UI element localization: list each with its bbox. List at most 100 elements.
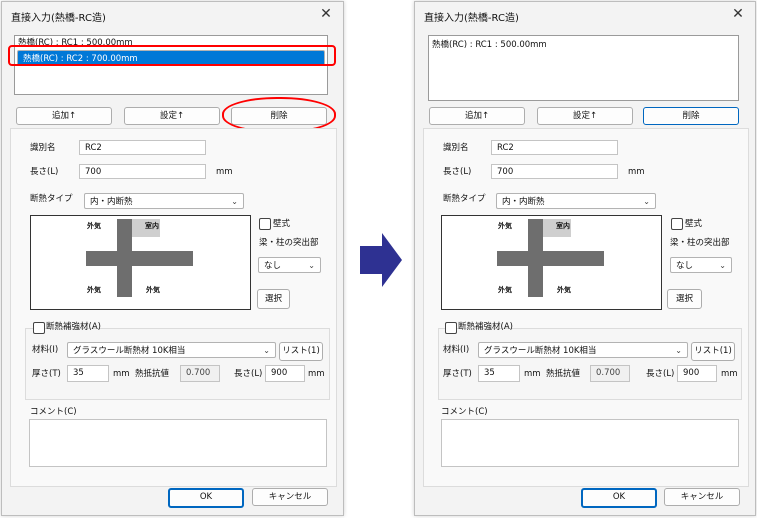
comment-label: コメント(C) [441,407,488,417]
material-label: 材料(I) [32,345,59,355]
comment-label: コメント(C) [30,407,77,417]
chevron-down-icon: ⌄ [643,197,650,206]
length-unit: mm [628,167,645,177]
material-select[interactable]: グラスウール断熱材 10K相当 ⌄ [67,342,276,358]
length-unit: mm [216,167,233,177]
wall-type-checkbox[interactable] [671,218,683,230]
beam-column-label: 梁・柱の突出部 [670,238,730,248]
wall-type-label: 壁式 [685,219,703,229]
t-joint-shape [86,219,193,297]
ok-button[interactable]: OK [168,488,244,508]
chevron-down-icon: ⌄ [308,261,315,270]
comment-textarea[interactable] [441,419,739,467]
thickness-unit: mm [113,369,130,379]
settings-button[interactable]: 設定↑ [537,107,633,125]
thickness-unit: mm [524,369,541,379]
reinforcement-checkbox[interactable] [445,322,457,334]
beam-column-label: 梁・柱の突出部 [259,238,319,248]
thickness-label: 厚さ(T) [32,369,61,379]
thickness-input[interactable]: 35 [478,365,520,382]
reinforcement-group [438,328,742,400]
name-label: 識別名 [443,143,469,153]
wall-type-label: 壁式 [273,219,291,229]
chevron-down-icon: ⌄ [675,346,682,355]
length-input[interactable]: 700 [79,164,206,179]
thermal-bridge-list[interactable]: 熱橋(RC) : RC1 : 500.00mm [428,35,739,101]
select-button[interactable]: 選択 [667,289,702,309]
wall-type-checkbox[interactable] [259,218,271,230]
length-input[interactable]: 700 [491,164,618,179]
material-value: グラスウール断熱材 10K相当 [73,346,186,356]
insulation-type-select[interactable]: 内・内断熱 ⌄ [84,193,244,209]
outside-label-br: 外気 [557,286,571,294]
insulation-type-value: 内・内断熱 [90,197,133,207]
resistance-label: 熱抵抗値 [135,369,170,379]
insulation-type-label: 断熱タイプ [443,194,486,204]
resistance-value: 0.700 [180,365,220,382]
joint-diagram: 外気 室内 外気 外気 [441,215,662,310]
length-label: 長さ(L) [443,167,472,177]
name-input[interactable]: RC2 [79,140,206,155]
len2-unit: mm [308,369,325,379]
close-icon[interactable]: ✕ [729,5,747,23]
add-button[interactable]: 追加↑ [429,107,525,125]
insulation-type-select[interactable]: 内・内断熱 ⌄ [496,193,656,209]
close-icon[interactable]: ✕ [317,5,335,23]
outside-label-bl: 外気 [87,286,101,294]
delete-button[interactable]: 削除 [643,107,739,125]
ok-button[interactable]: OK [581,488,657,508]
material-value: グラスウール断熱材 10K相当 [484,346,597,356]
cancel-button[interactable]: キャンセル [664,488,740,506]
list-button[interactable]: リスト(1) [691,342,735,361]
thickness-label: 厚さ(T) [443,369,472,379]
joint-diagram: 外気 室内 外気 外気 [30,215,251,310]
insulation-type-label: 断熱タイプ [30,194,73,204]
beam-column-select[interactable]: なし ⌄ [258,257,321,273]
outside-label-br: 外気 [146,286,160,294]
title-bar: 直接入力(熱橋-RC造) ✕ [415,2,755,30]
highlight-selected-item [8,45,336,66]
thickness-input[interactable]: 35 [67,365,109,382]
outside-label-tl: 外気 [498,222,512,230]
room-label-tr: 室内 [145,222,159,230]
beam-column-value: なし [676,261,694,271]
len2-label: 長さ(L) [234,369,263,379]
name-input[interactable]: RC2 [491,140,618,155]
name-label: 識別名 [30,143,56,153]
list-button[interactable]: リスト(1) [279,342,323,361]
len2-label: 長さ(L) [646,369,675,379]
len2-input[interactable]: 900 [677,365,717,382]
length-label: 長さ(L) [30,167,59,177]
title-bar: 直接入力(熱橋-RC造) ✕ [2,2,343,30]
dialog-before: 直接入力(熱橋-RC造) ✕ 熱橋(RC) : RC1 : 500.00mm 熱… [1,1,344,516]
beam-column-value: なし [264,261,282,271]
reinforcement-label: 断熱補強材(A) [46,322,101,332]
list-item[interactable]: 熱橋(RC) : RC1 : 500.00mm [431,40,736,51]
select-button[interactable]: 選択 [257,289,290,309]
reinforcement-checkbox[interactable] [33,322,45,334]
comment-textarea[interactable] [29,419,327,467]
room-label-tr: 室内 [556,222,570,230]
len2-unit: mm [721,369,738,379]
material-label: 材料(I) [443,345,470,355]
reinforcement-label: 断熱補強材(A) [458,322,513,332]
resistance-label: 熱抵抗値 [546,369,581,379]
reinforcement-group [25,328,330,400]
material-select[interactable]: グラスウール断熱材 10K相当 ⌄ [478,342,688,358]
chevron-down-icon: ⌄ [719,261,726,270]
cancel-button[interactable]: キャンセル [252,488,328,506]
outside-label-bl: 外気 [498,286,512,294]
dialog-after: 直接入力(熱橋-RC造) ✕ 熱橋(RC) : RC1 : 500.00mm 追… [414,1,756,516]
chevron-down-icon: ⌄ [263,346,270,355]
resistance-value: 0.700 [590,365,630,382]
settings-button[interactable]: 設定↑ [124,107,220,125]
chevron-down-icon: ⌄ [231,197,238,206]
outside-label-tl: 外気 [87,222,101,230]
beam-column-select[interactable]: なし ⌄ [670,257,732,273]
dialog-title: 直接入力(熱橋-RC造) [424,13,519,24]
add-button[interactable]: 追加↑ [16,107,112,125]
insulation-type-value: 内・内断熱 [502,197,545,207]
len2-input[interactable]: 900 [265,365,305,382]
dialog-title: 直接入力(熱橋-RC造) [11,13,106,24]
t-joint-shape [497,219,604,297]
